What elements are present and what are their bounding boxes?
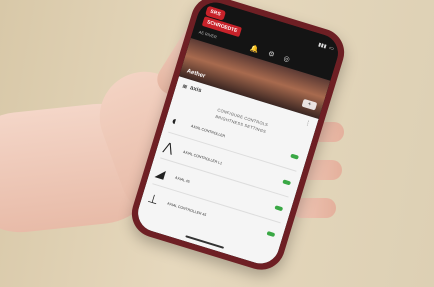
- device-label: AXIAL CONTROLLER: [190, 124, 226, 139]
- camera-icon: ◐: [169, 113, 181, 129]
- gear-icon[interactable]: ⚙: [267, 50, 275, 60]
- signal-icon: ▮▮▮: [317, 41, 328, 50]
- status-icons: ▮▮▮ ▭: [317, 42, 334, 52]
- photo-background: SRS SCHROEDTE ▮▮▮ ▭ AE RIVER 🔔 ⚙ ◎ Aethe…: [0, 0, 434, 287]
- add-button[interactable]: +: [301, 98, 318, 111]
- device-toggle[interactable]: [274, 205, 284, 212]
- device-toggle[interactable]: [282, 179, 292, 186]
- logo-text: axis: [189, 85, 203, 95]
- gimbal-icon: ⊥: [146, 190, 161, 208]
- phone: SRS SCHROEDTE ▮▮▮ ▭ AE RIVER 🔔 ⚙ ◎ Aethe…: [125, 0, 351, 276]
- device-label: AXIAL 45: [174, 175, 191, 184]
- device-name: AE RIVER: [198, 29, 218, 40]
- tripod-icon: ⋀: [161, 139, 176, 156]
- stand-icon: ◢: [154, 165, 167, 182]
- device-label: AXIAL CONTROLLER 45: [166, 201, 207, 218]
- phone-screen: SRS SCHROEDTE ▮▮▮ ▭ AE RIVER 🔔 ⚙ ◎ Aethe…: [133, 0, 343, 269]
- device-toggle[interactable]: [290, 153, 299, 160]
- header-title: Aether: [185, 68, 206, 80]
- home-indicator[interactable]: [185, 235, 225, 249]
- profile-icon[interactable]: ◎: [283, 54, 291, 63]
- bell-icon[interactable]: 🔔: [249, 44, 260, 54]
- device-label: AXIAL CONTROLLER L1: [182, 149, 223, 166]
- battery-icon: ▭: [328, 45, 335, 53]
- device-toggle[interactable]: [266, 230, 276, 238]
- logo-icon: ≋: [181, 83, 188, 91]
